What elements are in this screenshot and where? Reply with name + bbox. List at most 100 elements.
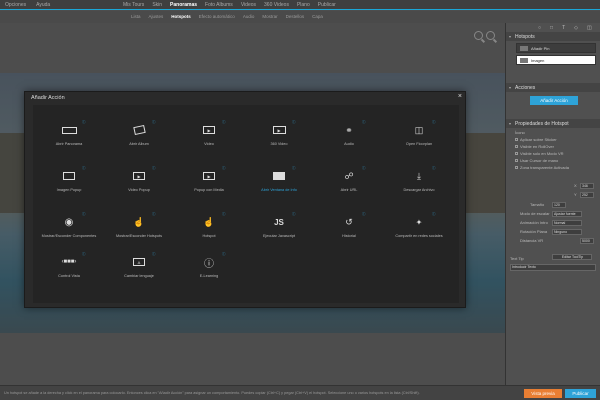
right-panel: ○ □ T ◇ ◫ Hotspots Añadir Pin Imagen Acc… (505, 23, 600, 385)
edit-tooltip-button[interactable]: Editar ToolTip (552, 254, 592, 260)
info-icon[interactable]: ⓘ (222, 120, 226, 125)
action-label: Abrir Ventana de Info (261, 188, 297, 192)
checkbox[interactable] (515, 159, 518, 163)
info-icon[interactable]: ⓘ (362, 212, 366, 217)
preview-button[interactable]: Vista previa (524, 389, 562, 398)
info-icon[interactable]: ⓘ (82, 212, 86, 217)
action-hotspot-toggle[interactable]: ☝ ⓘ Mostrar/Esconder Hotspots (103, 203, 175, 243)
checkbox[interactable] (515, 138, 518, 142)
info-icon[interactable]: ⓘ (82, 166, 86, 171)
action-panorama[interactable]: ⓘ Abrir Panorama (33, 111, 105, 151)
info-icon[interactable]: ⓘ (222, 212, 226, 217)
action-elearning[interactable]: ⓘ ⓘ E-Learning (173, 243, 245, 283)
action-album[interactable]: ⓘ Abrir Album (103, 111, 175, 151)
nav-videos[interactable]: Videos (241, 2, 256, 8)
hotspot-item[interactable]: Añadir Pin (516, 43, 596, 53)
info-icon[interactable]: ⓘ (82, 120, 86, 125)
scale-mode-select[interactable]: Ajustar fuente (552, 211, 582, 217)
info-icon[interactable]: ⓘ (292, 166, 296, 171)
tab-flares[interactable]: Destellos (286, 14, 305, 19)
nav-photo-albums[interactable]: Foto Albums (205, 2, 233, 8)
info-icon[interactable]: ⓘ (152, 252, 156, 257)
info-icon[interactable]: ⓘ (432, 212, 436, 217)
action-link[interactable]: ☍ ⓘ Abrir URL (313, 157, 385, 197)
nav-360-videos[interactable]: 360 Videos (264, 2, 289, 8)
info-icon[interactable]: ⓘ (152, 120, 156, 125)
add-action-button[interactable]: Añadir Acción (530, 96, 578, 105)
add-pin-icon[interactable]: ○ (538, 25, 541, 32)
info-icon[interactable]: ⓘ (292, 120, 296, 125)
info-icon[interactable]: ⓘ (432, 120, 436, 125)
action-label: Video (204, 142, 214, 146)
action-language[interactable]: Aⓘ Cambiar lenguaje (103, 243, 175, 283)
action-history[interactable]: ↺ ⓘ Historial (313, 203, 385, 243)
action-floorplan[interactable]: ◫ ⓘ Open Floorplan (383, 111, 455, 151)
info-icon[interactable]: ⓘ (292, 212, 296, 217)
video-popup-icon: ▶ (129, 169, 149, 183)
status-bar: Un hotspot se añade a la derecha y click… (0, 385, 600, 400)
add-image-icon[interactable]: □ (550, 25, 553, 32)
nav-publish[interactable]: Publicar (318, 2, 336, 8)
size-field[interactable]: 120 (552, 202, 566, 208)
tab-show[interactable]: Mostrar (262, 14, 277, 19)
action-javascript[interactable]: JS ⓘ Ejecutar Javascript (243, 203, 315, 243)
info-icon[interactable]: ⓘ (82, 252, 86, 257)
tab-list[interactable]: Lista (131, 14, 141, 19)
action-video-360[interactable]: ▶ ⓘ 360 Video (243, 111, 315, 151)
info-icon[interactable]: ⓘ (362, 120, 366, 125)
tooltip-text-field[interactable]: Introducir Texto (510, 264, 596, 271)
action-image-popup[interactable]: ⓘ Imagen Popup (33, 157, 105, 197)
prop-visible-rollover[interactable]: Visible en RollOver (506, 142, 600, 149)
hotspots-section-title[interactable]: Hotspots (506, 32, 600, 41)
close-icon[interactable]: × (458, 93, 462, 100)
action-video-popup[interactable]: ▶ ⓘ Video Popup (103, 157, 175, 197)
publish-button[interactable]: Publicar (565, 389, 596, 398)
prop-visible-vr[interactable]: Visible solo en Modo VR (506, 149, 600, 156)
vr-distance-field[interactable]: 5000 (580, 238, 594, 244)
action-media-popup[interactable]: ▶ ⓘ Popup con Media (173, 157, 245, 197)
checkbox[interactable] (515, 152, 518, 156)
info-icon[interactable]: ⓘ (152, 166, 156, 171)
action-label: Mostrar/Esconder Hotspots (115, 234, 162, 238)
action-video[interactable]: ▶ ⓘ Video (173, 111, 245, 151)
menu-help[interactable]: Ayuda (36, 2, 50, 8)
intro-animation-select[interactable]: Normal (552, 220, 582, 226)
tab-settings[interactable]: Ajustes (149, 14, 164, 19)
action-twitter[interactable]: ✦ ⓘ Compartir en redes sociales (383, 203, 455, 243)
info-icon[interactable]: ⓘ (222, 252, 226, 257)
actions-section-title[interactable]: Acciones (506, 83, 600, 92)
action-eye[interactable]: ◉ ⓘ Mostrar/Esconder Componentes (33, 203, 105, 243)
info-icon[interactable]: ⓘ (362, 166, 366, 171)
action-hotspot[interactable]: ☝ ⓘ Hotspot (173, 203, 245, 243)
info-icon[interactable]: ⓘ (432, 166, 436, 171)
hotspot-item-selected[interactable]: Imagen (516, 55, 596, 65)
info-icon[interactable]: ⓘ (152, 212, 156, 217)
x-field[interactable]: 346 (580, 183, 594, 189)
tab-audio[interactable]: Audio (243, 14, 255, 19)
flat-rotation-select[interactable]: Ninguno (552, 229, 582, 235)
tab-hotspots[interactable]: Hotspots (171, 14, 191, 19)
nav-panoramas[interactable]: Panoramas (170, 2, 197, 8)
info-icon[interactable]: ⓘ (222, 166, 226, 171)
action-headphones[interactable]: ⚭ ⓘ Audio (313, 111, 385, 151)
prop-hand-cursor[interactable]: Usar Cursor de mano (506, 156, 600, 163)
tab-layer[interactable]: Capa (312, 14, 323, 19)
tab-auto-effect[interactable]: Efecto automático (199, 14, 235, 19)
action-download[interactable]: ⤓ ⓘ Descargar Archivo (383, 157, 455, 197)
delete-icon[interactable]: ◫ (587, 25, 592, 32)
polygon-icon[interactable]: ◇ (574, 25, 578, 32)
checkbox[interactable] (515, 166, 518, 170)
action-info-window[interactable]: ⓘ Abrir Ventana de Info (243, 157, 315, 197)
y-field[interactable]: 252 (580, 192, 594, 198)
checkbox[interactable] (515, 145, 518, 149)
nav-floorplan[interactable]: Plano (297, 2, 310, 8)
text-icon[interactable]: T (562, 25, 565, 32)
action-view-control[interactable]: ‹■■■› ⓘ Control Vista (33, 243, 105, 283)
menu-options[interactable]: Opciones (5, 2, 26, 8)
prop-apply-sticker[interactable]: Aplicar sobre Sticker (506, 135, 600, 142)
hotspot-properties-title[interactable]: Propiedades de Hotspot (506, 119, 600, 128)
nav-my-tours[interactable]: Mis Tours (123, 2, 144, 8)
prop-transparent-zone[interactable]: Zona transparente Activada (506, 163, 600, 170)
nav-skin[interactable]: Skin (152, 2, 162, 8)
image-popup-icon (59, 169, 79, 183)
